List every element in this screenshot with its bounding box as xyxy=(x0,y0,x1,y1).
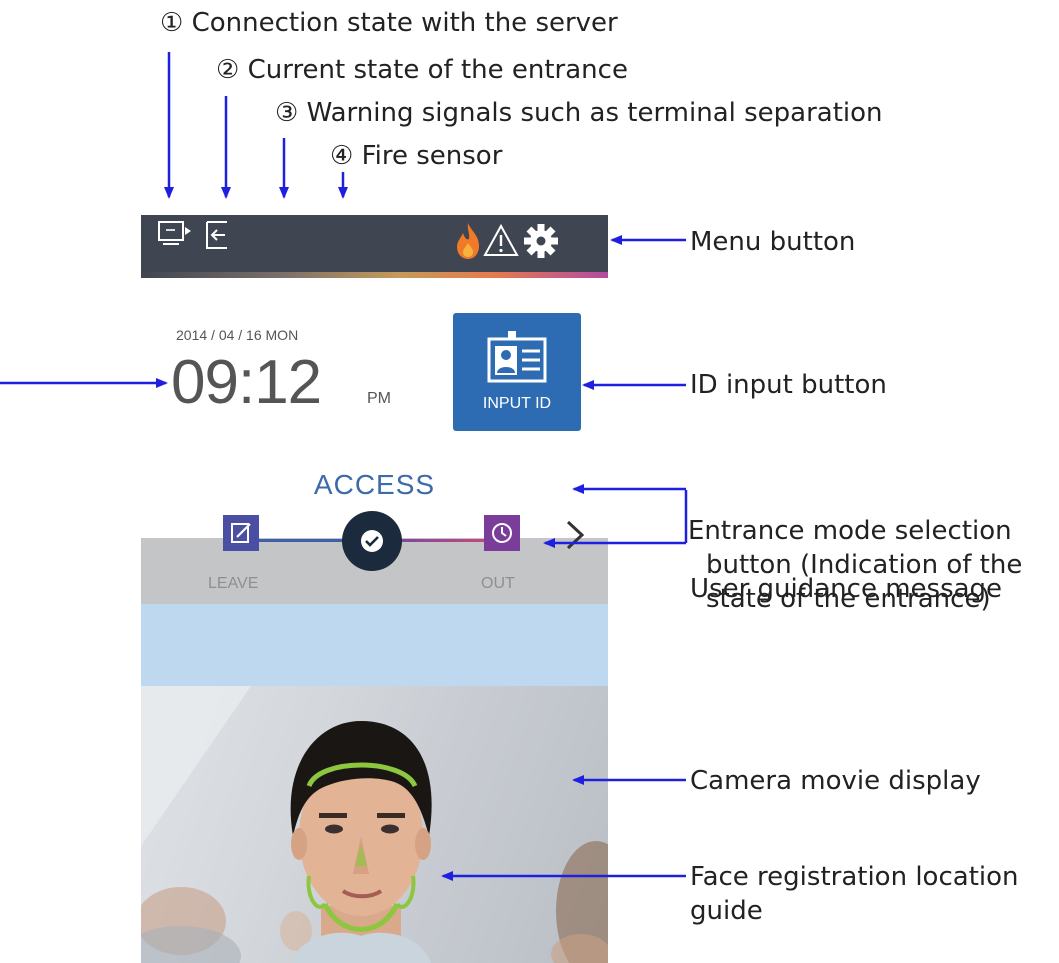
callout-arrows xyxy=(0,52,688,881)
